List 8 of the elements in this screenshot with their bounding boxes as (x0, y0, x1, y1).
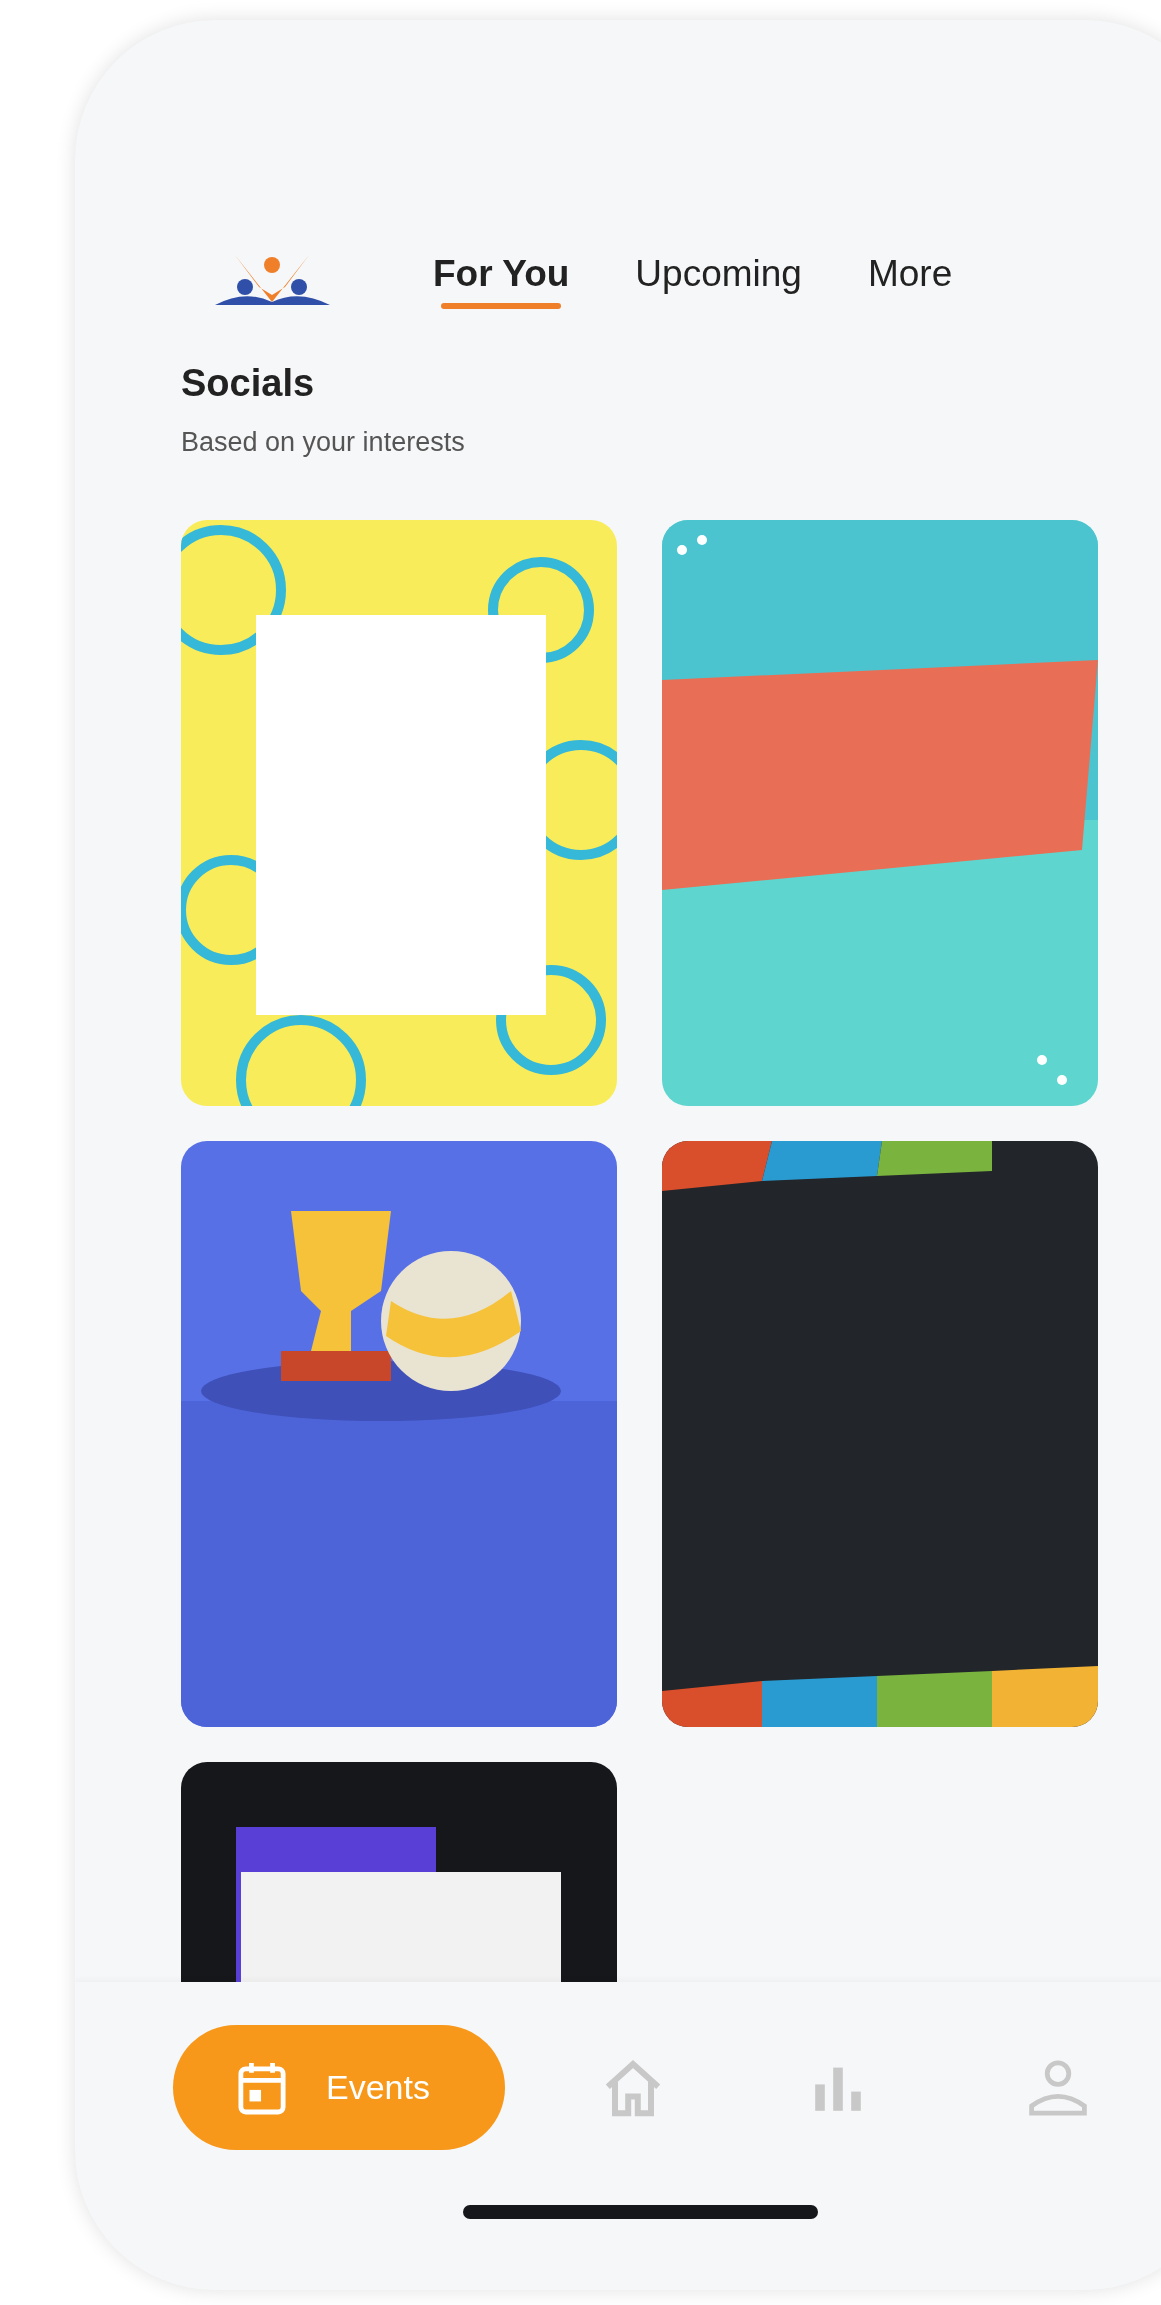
tab[interactable]: More (859, 245, 961, 309)
section-subtitle: Based on your interests (181, 427, 466, 458)
tab[interactable]: Upcoming (627, 245, 810, 309)
calendar-icon (238, 2060, 286, 2115)
person-icon[interactable] (1028, 2058, 1088, 2118)
section-title: Socials (181, 362, 316, 405)
tab[interactable]: For You (425, 245, 578, 309)
home-icon[interactable] (603, 2058, 663, 2118)
